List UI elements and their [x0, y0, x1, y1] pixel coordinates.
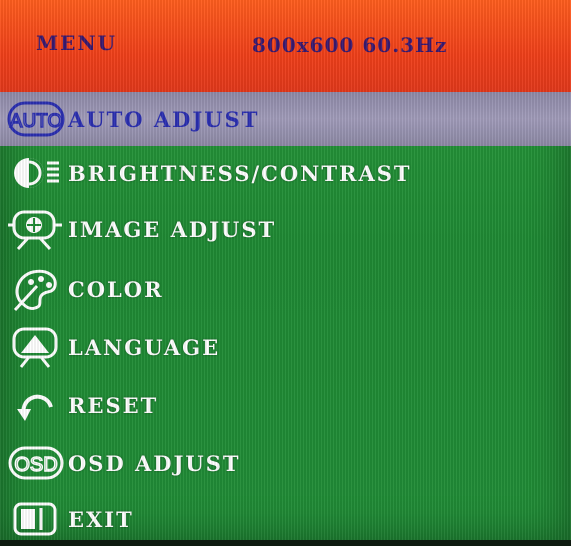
- osd-screen: MENU 800x600 60.3Hz AUTO AUTO ADJUST BRI: [0, 0, 571, 540]
- menu-item-label: AUTO ADJUST: [68, 106, 260, 132]
- image-adjust-icon: [6, 206, 66, 252]
- menu-item-label: EXIT: [68, 506, 134, 532]
- exit-icon: [6, 496, 66, 542]
- reset-icon: [6, 382, 66, 428]
- brightness-contrast-icon: [6, 150, 66, 196]
- menu-item-exit[interactable]: EXIT: [0, 492, 571, 546]
- menu-item-label: COLOR: [68, 276, 164, 302]
- menu-item-label: BRIGHTNESS/CONTRAST: [68, 160, 412, 186]
- menu-item-osd-adjust[interactable]: OSD OSD ADJUST: [0, 436, 571, 490]
- menu-item-image-adjust[interactable]: IMAGE ADJUST: [0, 202, 571, 256]
- auto-icon-text: AUTO: [10, 111, 62, 132]
- menu-item-label: OSD ADJUST: [68, 450, 241, 476]
- menu-item-color[interactable]: COLOR: [0, 262, 571, 316]
- color-palette-icon: [6, 266, 66, 312]
- menu-title: MENU: [36, 31, 118, 55]
- menu-item-label: IMAGE ADJUST: [68, 216, 277, 242]
- menu-item-brightness-contrast[interactable]: BRIGHTNESS/CONTRAST: [0, 146, 571, 200]
- osd-icon: OSD: [6, 440, 66, 486]
- menu-item-label: LANGUAGE: [68, 334, 221, 360]
- language-icon: [6, 324, 66, 370]
- resolution-readout: 800x600 60.3Hz: [252, 33, 448, 57]
- menu-item-language[interactable]: LANGUAGE: [0, 320, 571, 374]
- osd-icon-text: OSD: [14, 454, 57, 476]
- menu-item-label: RESET: [68, 392, 159, 418]
- auto-icon: AUTO: [6, 96, 66, 142]
- menu-item-reset[interactable]: RESET: [0, 378, 571, 432]
- menu-item-auto-adjust[interactable]: AUTO AUTO ADJUST: [0, 92, 571, 146]
- osd-header: MENU 800x600 60.3Hz: [0, 0, 571, 92]
